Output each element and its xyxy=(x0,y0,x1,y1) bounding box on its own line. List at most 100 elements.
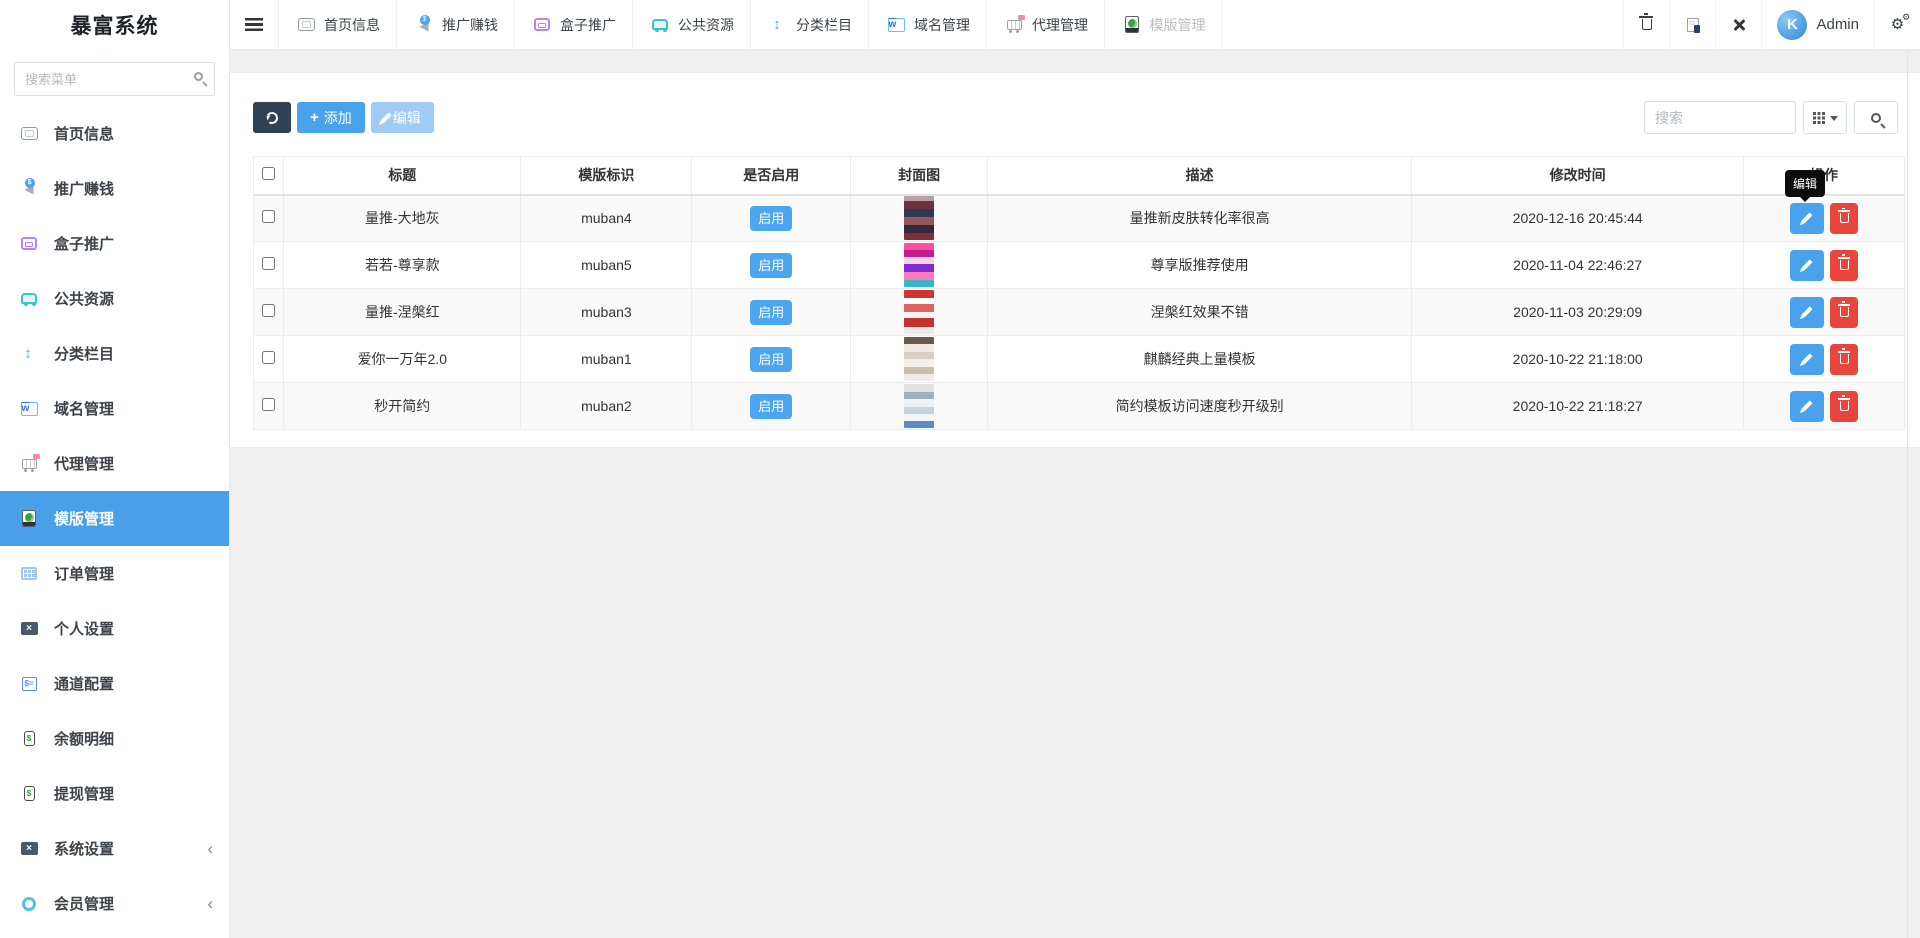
sidebar-item-public-resource[interactable]: 公共资源 xyxy=(0,271,229,326)
row-modified-time: 2020-11-03 20:29:09 xyxy=(1412,289,1744,336)
table-search-button[interactable] xyxy=(1854,101,1898,134)
row-checkbox[interactable] xyxy=(262,257,275,270)
cover-thumbnail[interactable] xyxy=(904,384,934,428)
tab-box-promote[interactable]: 盒子推广 xyxy=(514,0,632,49)
sidebar-item-label: 公共资源 xyxy=(54,288,114,309)
row-template-key: muban5 xyxy=(521,242,692,289)
menu-toggle-button[interactable] xyxy=(230,0,278,49)
edit-button[interactable] xyxy=(1790,250,1824,281)
delete-button[interactable] xyxy=(1830,344,1858,375)
sidebar-item-balance-detail[interactable]: 余额明细 xyxy=(0,711,229,766)
sidebar-item-system-settings[interactable]: 系统设置 ‹ xyxy=(0,821,229,876)
row-description: 量推新皮肤转化率很高 xyxy=(987,195,1411,242)
settings-button[interactable]: ⚙⚙ xyxy=(1874,0,1920,49)
row-description: 简约模板访问速度秒开级别 xyxy=(987,383,1411,430)
tab-category-column[interactable]: 分类栏目 xyxy=(750,0,868,49)
sidebar-item-promote-earn[interactable]: 推广赚钱 xyxy=(0,161,229,216)
row-description: 尊享版推荐使用 xyxy=(987,242,1411,289)
sidebar-item-agent-manage[interactable]: 代理管理 xyxy=(0,436,229,491)
pencil-icon xyxy=(1801,213,1812,224)
enabled-badge: 启用 xyxy=(750,206,792,231)
add-button[interactable]: +添加 xyxy=(297,102,365,133)
top-navbar: 首页信息 推广赚钱 盒子推广 公共资源 分类栏目 域名管理 代理管理 模版管理 xyxy=(230,0,1920,50)
sidebar-item-channel-config[interactable]: 通道配置 xyxy=(0,656,229,711)
row-checkbox[interactable] xyxy=(262,304,275,317)
tab-public-resource[interactable]: 公共资源 xyxy=(632,0,750,49)
row-checkbox[interactable] xyxy=(262,210,275,223)
edit-button[interactable] xyxy=(1790,344,1824,375)
sidebar-search-input[interactable] xyxy=(14,62,215,96)
row-title: 爱你一万年2.0 xyxy=(284,336,521,383)
delete-button[interactable] xyxy=(1830,297,1858,328)
sidebar-item-home-info[interactable]: 首页信息 xyxy=(0,106,229,161)
refresh-button[interactable] xyxy=(253,102,291,133)
edit-toolbar-button[interactable]: 编辑 xyxy=(371,102,434,133)
sidebar-item-category-column[interactable]: 分类栏目 xyxy=(0,326,229,381)
sidebar-item-label: 订单管理 xyxy=(54,563,114,584)
edit-button[interactable] xyxy=(1790,203,1824,234)
cover-thumbnail[interactable] xyxy=(904,196,934,240)
system-settings-icon xyxy=(21,842,38,855)
pencil-icon xyxy=(1801,259,1812,270)
table-row: 爱你一万年2.0 muban1 启用 麒麟经典上量模板 2020-10-22 2… xyxy=(254,336,1905,383)
sidebar-item-personal-settings[interactable]: 个人设置 xyxy=(0,601,229,656)
table-panel: +添加 编辑 xyxy=(230,73,1920,447)
tab-promote-earn[interactable]: 推广赚钱 xyxy=(396,0,514,49)
row-modified-time: 2020-10-22 21:18:27 xyxy=(1412,383,1744,430)
sidebar-item-withdraw-manage[interactable]: 提现管理 xyxy=(0,766,229,821)
cover-thumbnail[interactable] xyxy=(904,243,934,287)
sidebar-item-box-promote[interactable]: 盒子推广 xyxy=(0,216,229,271)
tab-domain-manage[interactable]: 域名管理 xyxy=(868,0,986,49)
row-template-key: muban4 xyxy=(521,195,692,242)
sidebar-item-template-manage[interactable]: 模版管理 xyxy=(0,491,229,546)
table-header-row: 标题模版标识是否启用封面图描述修改时间操作 xyxy=(254,157,1905,195)
select-all-checkbox[interactable] xyxy=(262,167,275,180)
columns-dropdown-button[interactable] xyxy=(1803,101,1847,134)
clear-cache-button[interactable] xyxy=(1623,0,1669,49)
column-header: 标题 xyxy=(284,157,521,195)
plus-icon: + xyxy=(310,109,319,126)
cover-thumbnail[interactable] xyxy=(904,290,934,334)
user-menu[interactable]: K Admin xyxy=(1761,0,1874,49)
notes-button[interactable] xyxy=(1669,0,1715,49)
row-checkbox[interactable] xyxy=(262,398,275,411)
navbar-actions: K Admin ⚙⚙ xyxy=(1623,0,1920,49)
template-icon xyxy=(1125,16,1139,33)
sidebar-item-label: 分类栏目 xyxy=(54,343,114,364)
row-checkbox[interactable] xyxy=(262,351,275,364)
tab-template-manage[interactable]: 模版管理 xyxy=(1104,0,1222,49)
tv-icon xyxy=(21,127,38,140)
sidebar-item-member-manage[interactable]: 会员管理 ‹ xyxy=(0,876,229,931)
delete-button[interactable] xyxy=(1830,203,1858,234)
delete-button[interactable] xyxy=(1830,250,1858,281)
row-title: 量推-大地灰 xyxy=(284,195,521,242)
search-icon xyxy=(1871,113,1881,123)
megaphone-icon xyxy=(24,180,33,197)
delete-button[interactable] xyxy=(1830,391,1858,422)
tab-label: 盒子推广 xyxy=(560,15,616,35)
row-description: 麒麟经典上量模板 xyxy=(987,336,1411,383)
cover-thumbnail[interactable] xyxy=(904,337,934,381)
pencil-icon xyxy=(380,112,391,123)
sidebar-item-order-manage[interactable]: 订单管理 xyxy=(0,546,229,601)
sidebar-item-domain-manage[interactable]: 域名管理 xyxy=(0,381,229,436)
sidebar-item-label: 代理管理 xyxy=(54,453,114,474)
tab-label: 公共资源 xyxy=(678,15,734,35)
tab-bar: 首页信息 推广赚钱 盒子推广 公共资源 分类栏目 域名管理 代理管理 模版管理 xyxy=(278,0,1222,49)
trash-icon xyxy=(1840,260,1849,270)
row-title: 若若-尊享款 xyxy=(284,242,521,289)
edit-button[interactable] xyxy=(1790,297,1824,328)
table-row: 秒开简约 muban2 启用 简约模板访问速度秒开级别 2020-10-22 2… xyxy=(254,383,1905,430)
fullscreen-button[interactable] xyxy=(1715,0,1761,49)
tab-agent-manage[interactable]: 代理管理 xyxy=(986,0,1104,49)
pencil-icon xyxy=(1801,400,1812,411)
sidebar: 暴富系统 首页信息 推广赚钱 盒子推广 公共资源 分类栏目 域名管理 代理管理 xyxy=(0,0,230,938)
tv-icon xyxy=(298,18,315,31)
pencil-icon xyxy=(1801,306,1812,317)
enabled-badge: 启用 xyxy=(750,394,792,419)
enabled-badge: 启用 xyxy=(750,347,792,372)
caret-down-icon xyxy=(1830,116,1838,121)
table-search-input[interactable] xyxy=(1644,101,1796,134)
tab-home-info[interactable]: 首页信息 xyxy=(278,0,396,49)
edit-button[interactable] xyxy=(1790,391,1824,422)
